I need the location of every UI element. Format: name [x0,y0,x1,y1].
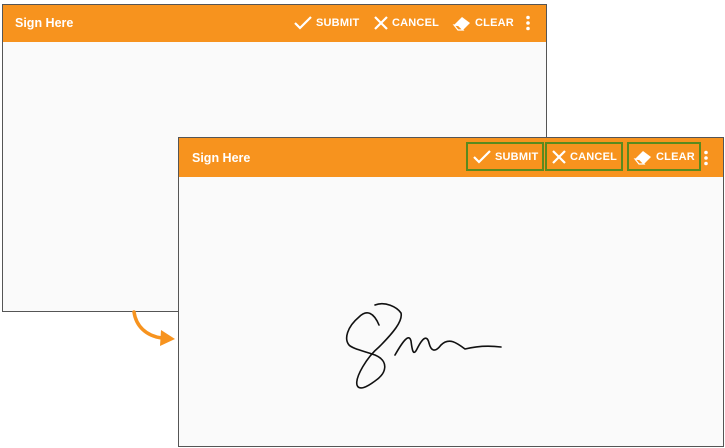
more-vert-icon [526,15,530,31]
cancel-label: CANCEL [570,150,618,163]
close-icon [552,149,566,164]
overflow-menu-button[interactable] [525,13,534,33]
eraser-icon [633,150,651,165]
signature-canvas[interactable] [179,177,723,446]
eraser-icon [452,17,470,31]
curved-arrow-icon [132,310,175,346]
signature-window-signed: Sign Here SUBMIT CANCEL CLEAR [178,137,724,447]
cancel-button[interactable]: CANCEL [373,13,439,33]
window-title: Sign Here [15,16,74,30]
clear-button[interactable]: CLEAR [627,142,701,171]
window-title: Sign Here [192,151,251,165]
close-icon [374,16,388,30]
signature-stroke [345,302,502,389]
clear-button[interactable]: CLEAR [452,13,514,33]
submit-label: SUBMIT [316,17,360,29]
cancel-label: CANCEL [392,17,440,29]
toolbar: Sign Here SUBMIT CANCEL CLEAR [3,5,546,42]
toolbar: Sign Here SUBMIT CANCEL CLEAR [179,138,723,177]
check-icon [473,149,491,164]
check-icon [294,16,312,30]
cancel-button[interactable]: CANCEL [545,142,624,171]
submit-label: SUBMIT [495,150,539,163]
overflow-menu-button[interactable] [703,148,712,168]
clear-label: CLEAR [656,150,695,163]
submit-button[interactable]: SUBMIT [466,142,545,171]
more-vert-icon [704,150,708,166]
clear-label: CLEAR [475,17,514,29]
submit-button[interactable]: SUBMIT [293,13,359,33]
